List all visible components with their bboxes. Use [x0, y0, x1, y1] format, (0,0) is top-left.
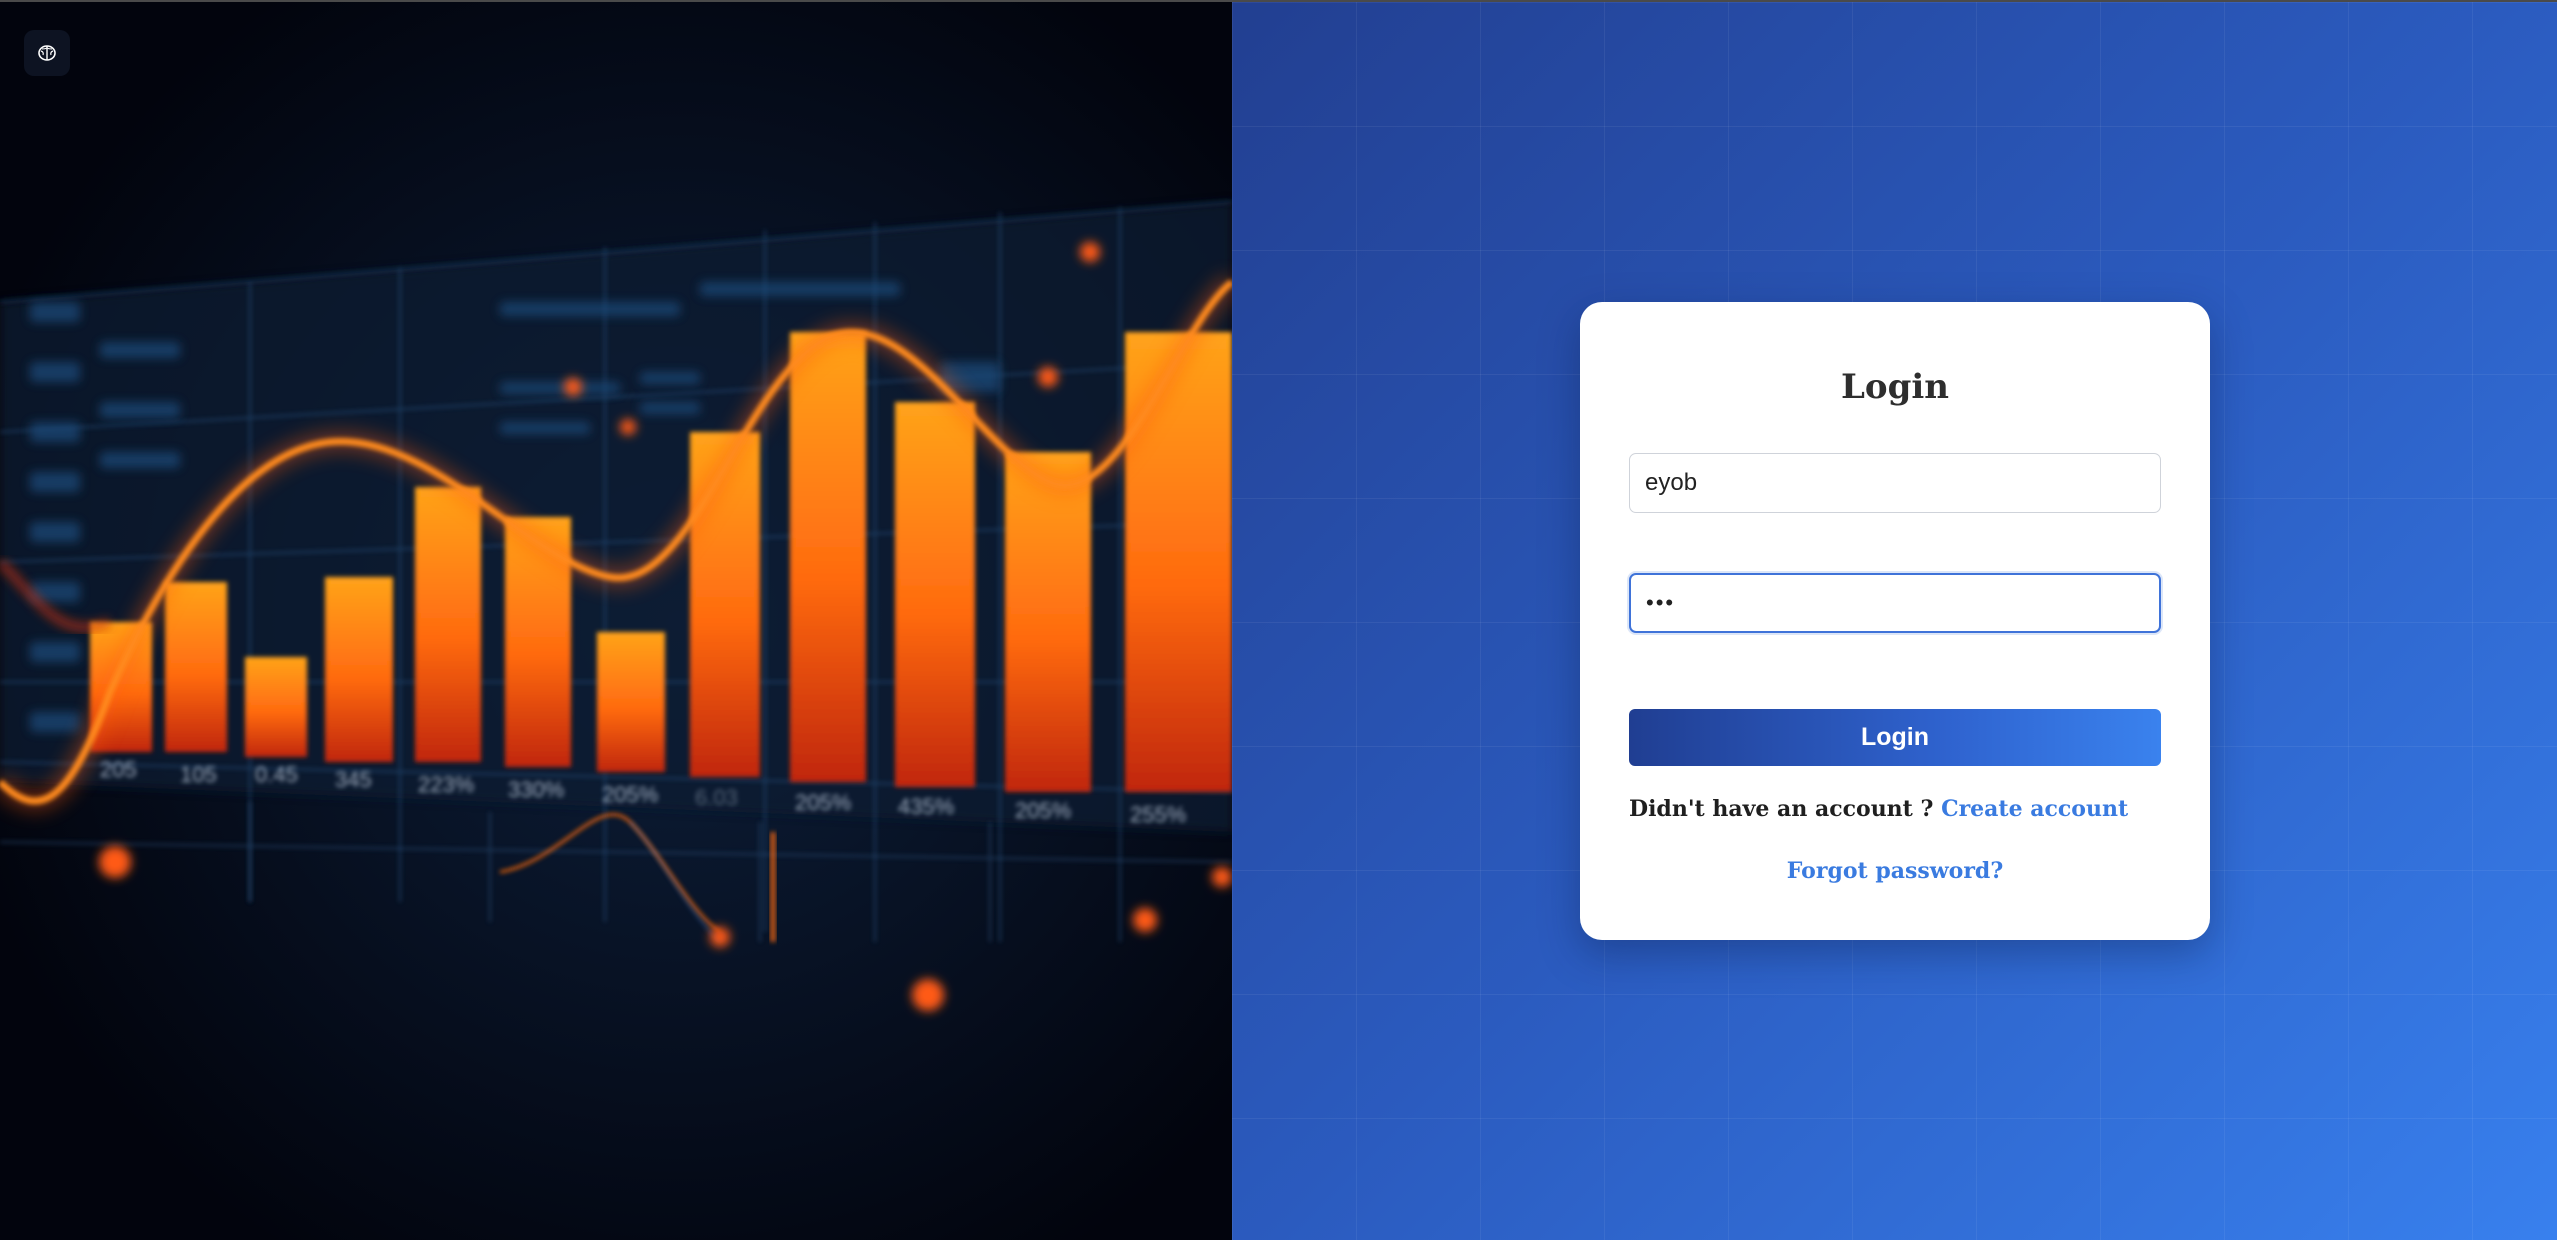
hero-tick-label: 6.03 [695, 785, 738, 810]
auth-panel: Login Login Didn't have an account ? Cre… [1232, 2, 2557, 1240]
login-card: Login Login Didn't have an account ? Cre… [1580, 302, 2210, 940]
hero-tick-label: 435% [898, 794, 954, 819]
hero-tick-label: 205% [602, 782, 658, 807]
signup-prompt: Didn't have an account ? [1629, 796, 1934, 822]
login-page: 205 105 0.45 345 223% 330% 205% 6.03 205… [0, 0, 2557, 1240]
hero-bar [1005, 452, 1091, 792]
create-account-link[interactable]: Create account [1941, 796, 2128, 822]
logo[interactable] [24, 30, 70, 76]
signup-row: Didn't have an account ? Create account [1629, 796, 2161, 822]
hero-tick-label: 330% [508, 777, 564, 802]
hero-tick-label: 255% [1130, 802, 1186, 827]
login-title: Login [1841, 367, 1949, 407]
username-input[interactable] [1629, 453, 2161, 513]
hero-bar [597, 632, 665, 772]
hero-tick-label: 205% [795, 790, 851, 815]
hero-tick-label: 0.45 [255, 762, 298, 787]
brain-icon [38, 45, 56, 61]
forgot-password-link[interactable]: Forgot password? [1787, 858, 2003, 884]
forgot-row: Forgot password? [1629, 858, 2161, 884]
login-button[interactable]: Login [1629, 709, 2161, 766]
analytics-illustration: 205 105 0.45 345 223% 330% 205% 6.03 205… [0, 2, 1232, 1240]
hero-bar [325, 577, 393, 762]
hero-panel: 205 105 0.45 345 223% 330% 205% 6.03 205… [0, 2, 1232, 1240]
hero-tick-label: 205 [100, 757, 137, 782]
hero-tick-label: 205% [1015, 798, 1071, 823]
hero-bar [790, 332, 866, 782]
password-input[interactable] [1629, 573, 2161, 633]
hero-tick-label: 105 [180, 762, 217, 787]
hero-bar [895, 402, 975, 787]
hero-tick-label: 223% [418, 772, 474, 797]
hero-bar [415, 487, 481, 762]
hero-bar [165, 582, 227, 752]
hero-tick-label: 345 [335, 767, 372, 792]
hero-bar [245, 657, 307, 757]
